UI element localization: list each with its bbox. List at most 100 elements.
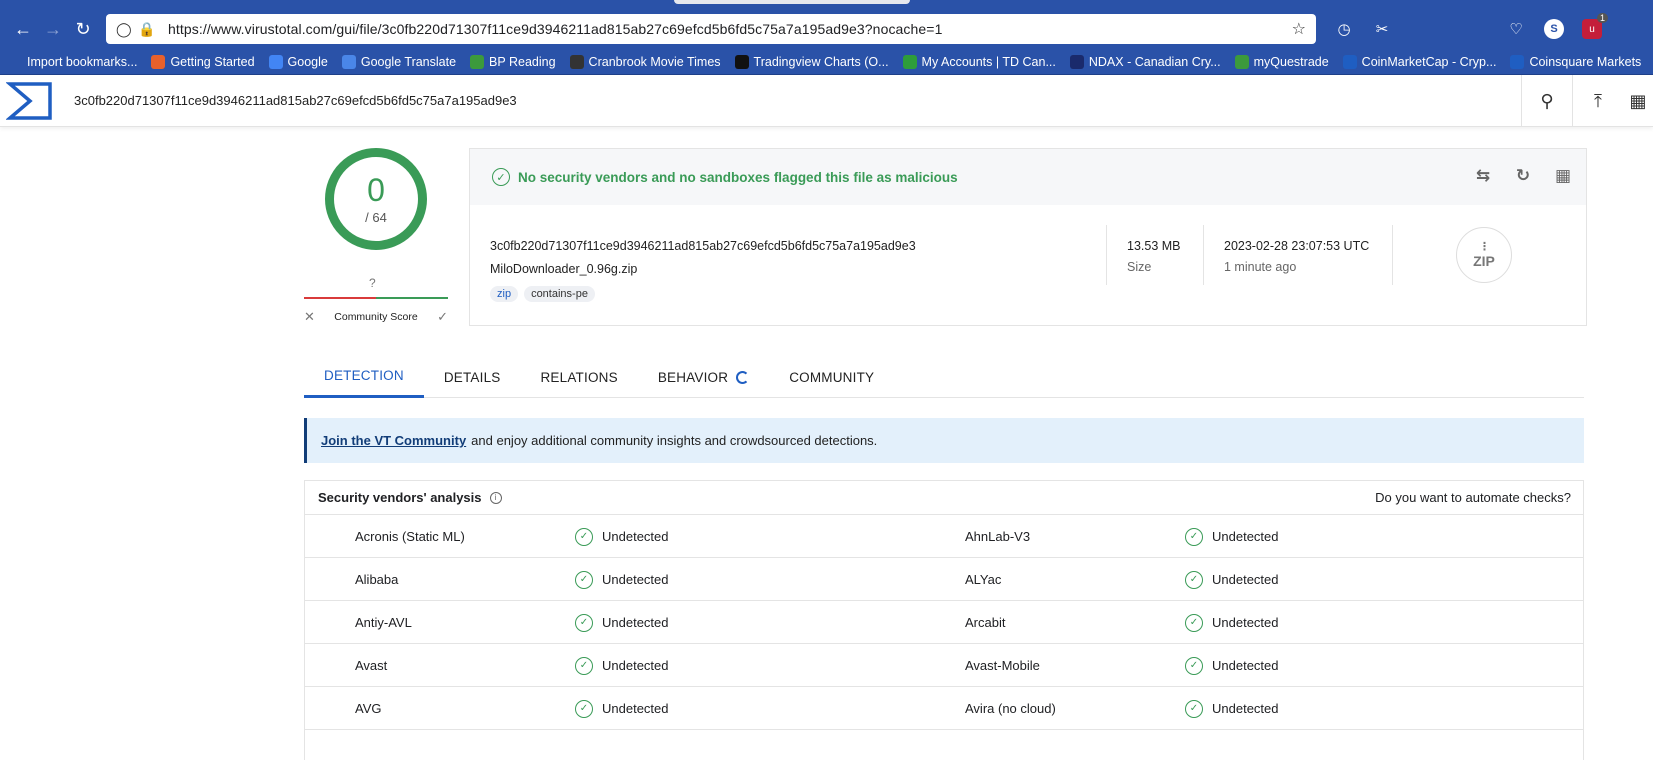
bookmark-item[interactable]: myQuestrade xyxy=(1234,55,1329,69)
vendor-name: Alibaba xyxy=(355,558,398,601)
bookmark-item[interactable]: Import bookmarks... xyxy=(8,55,137,69)
bookmark-item[interactable]: Google Translate xyxy=(341,55,456,69)
check-circle-icon: ✓ xyxy=(575,613,593,632)
bookmark-label: Google xyxy=(287,55,328,69)
tab-detection[interactable]: DETECTION xyxy=(304,356,424,398)
vendor-name-text: Avast xyxy=(355,658,388,673)
file-info: 3c0fb220d71307f11ce9d3946211ad815ab27c69… xyxy=(490,239,916,302)
lock-icon[interactable]: 🔒 xyxy=(138,21,160,38)
search-icon[interactable]: ⚲ xyxy=(1522,75,1572,127)
bookmark-item[interactable]: Getting Started xyxy=(151,55,255,69)
vendor-name-text: AVG xyxy=(355,701,382,716)
check-circle-icon: ✓ xyxy=(1185,570,1203,589)
history-icon[interactable]: ◷ xyxy=(1330,15,1358,43)
bookmark-item[interactable]: BP Reading xyxy=(470,55,556,69)
back-icon[interactable]: ← xyxy=(8,14,38,44)
bookmark-label: Import bookmarks... xyxy=(27,55,138,69)
apps-grid-icon[interactable]: ▦ xyxy=(1623,75,1653,127)
tag-zip[interactable]: zip xyxy=(490,286,519,302)
tab-behavior-label: BEHAVIOR xyxy=(657,369,729,385)
bookmark-label: Tradingview Charts (O... xyxy=(753,55,889,69)
bookmark-item[interactable]: Google xyxy=(268,55,328,69)
profile-button[interactable]: S xyxy=(1540,15,1568,43)
check-circle-icon: ✓ xyxy=(1185,613,1203,632)
file-hash: 3c0fb220d71307f11ce9d3946211ad815ab27c69… xyxy=(490,239,916,253)
extension-button[interactable]: u1 xyxy=(1578,13,1608,43)
community-score-value: ? xyxy=(369,276,376,290)
bookmark-label: myQuestrade xyxy=(1253,55,1329,69)
table-row: Avast ✓ Undetected Avast-Mobile ✓ Undetected xyxy=(305,644,1583,687)
check-circle-icon: ✓ xyxy=(1185,699,1203,718)
bookmark-favicon-icon xyxy=(569,55,584,69)
pocket-icon[interactable]: ♡ xyxy=(1502,15,1530,43)
bookmark-label: Getting Started xyxy=(170,55,255,69)
tab-behavior[interactable]: BEHAVIOR xyxy=(638,356,769,398)
vote-harmless-icon[interactable]: ✓ xyxy=(437,309,448,325)
vendor-result: ✓ Undetected xyxy=(575,558,669,601)
join-community-link[interactable]: Join the VT Community xyxy=(321,433,466,448)
file-size: 13.53 MB Size xyxy=(1127,239,1181,274)
bookmark-favicon-icon xyxy=(470,55,485,69)
vendor-name-text: Avira (no cloud) xyxy=(965,701,1056,716)
detection-score-ring: 0 / 64 xyxy=(325,148,427,250)
bookmark-item[interactable]: My Accounts | TD Can... xyxy=(902,55,1056,69)
check-circle-icon: ✓ xyxy=(575,527,593,546)
extension-badge-count: 1 xyxy=(1596,13,1608,23)
browser-toolbar: ← → ↻ ◯ 🔒 https://www.virustotal.com/gui… xyxy=(0,8,1653,50)
avatar[interactable]: S xyxy=(1544,19,1564,39)
ublock-icon[interactable]: u1 xyxy=(1582,13,1608,39)
forward-icon[interactable]: → xyxy=(38,14,68,44)
bookmark-item[interactable]: Coinsquare Markets xyxy=(1510,55,1641,69)
bookmark-favicon-icon xyxy=(341,55,356,69)
reanalyze-icon[interactable]: ↻ xyxy=(1510,163,1536,189)
bookmark-item[interactable]: NDAX - Canadian Cry... xyxy=(1069,55,1221,69)
detection-count: 0 xyxy=(367,171,385,208)
url-text[interactable]: https://www.virustotal.com/gui/file/3c0f… xyxy=(168,21,1292,37)
table-row: Acronis (Static ML) ✓ Undetected AhnLab-V3 ✓… xyxy=(305,515,1583,558)
bookmark-label: Cranbrook Movie Times xyxy=(588,55,721,69)
tab-community[interactable]: COMMUNITY xyxy=(769,356,894,398)
bookmark-label: Coinsquare Markets xyxy=(1529,55,1642,69)
header-search-value[interactable]: 3c0fb220d71307f11ce9d3946211ad815ab27c69… xyxy=(74,93,517,108)
tag-contains-pe[interactable]: contains-pe xyxy=(524,286,595,302)
vendor-name: Avast xyxy=(355,644,387,687)
table-row: Antiy-AVL ✓ Undetected Arcabit ✓ Undetected xyxy=(305,601,1583,644)
vendor-name-text: Alibaba xyxy=(355,572,399,587)
zip-file-type-icon: ⋮ ZIP xyxy=(1456,227,1512,283)
vendor-result: ✓ Undetected xyxy=(575,601,669,644)
info-icon[interactable]: i xyxy=(489,491,502,504)
virustotal-logo-icon[interactable] xyxy=(6,80,54,122)
vt-header: 3c0fb220d71307f11ce9d3946211ad815ab27c69… xyxy=(0,75,1653,127)
screenshot-icon[interactable]: ✂ xyxy=(1368,15,1396,43)
file-name: MiloDownloader_0.96g.zip xyxy=(490,262,638,276)
vote-malicious-icon[interactable]: ✕ xyxy=(304,309,315,325)
tab-relations[interactable]: RELATIONS xyxy=(520,356,637,398)
bookmark-favicon-icon xyxy=(1342,55,1357,69)
bookmark-item[interactable]: CoinMarketCap - Cryp... xyxy=(1342,55,1497,69)
verdict-banner: ✓ No security vendors and no sandboxes f… xyxy=(470,149,1586,205)
shield-icon[interactable]: ◯ xyxy=(116,21,138,38)
vendor-name: Avira (no cloud) xyxy=(965,687,1056,730)
bookmark-label: CoinMarketCap - Cryp... xyxy=(1361,55,1497,69)
graph-icon[interactable]: ▦ xyxy=(1550,163,1576,189)
bookmark-item[interactable]: Cranbrook Movie Times xyxy=(569,55,721,69)
check-circle-icon: ✓ xyxy=(1185,527,1203,546)
bookmark-favicon-icon xyxy=(151,55,166,69)
bookmark-star-icon[interactable]: ☆ xyxy=(1292,19,1306,39)
bookmark-item[interactable]: Tradingview Charts (O... xyxy=(734,55,889,69)
vendor-name-text: Arcabit xyxy=(965,615,1006,630)
vendor-result-text: Undetected xyxy=(602,572,669,587)
automate-checks-link[interactable]: Do you want to automate checks? xyxy=(1375,490,1571,505)
compare-icon[interactable]: ⇆ xyxy=(1470,163,1496,189)
reload-icon[interactable]: ↻ xyxy=(68,14,98,44)
active-tab[interactable] xyxy=(674,0,910,4)
address-bar[interactable]: ◯ 🔒 https://www.virustotal.com/gui/file/… xyxy=(106,14,1316,44)
check-circle-icon: ✓ xyxy=(575,699,593,718)
detection-total: / 64 xyxy=(365,209,387,225)
upload-icon[interactable]: ⤒ xyxy=(1573,75,1623,127)
vendor-name-text: Antiy-AVL xyxy=(355,615,412,630)
bookmarks-bar: Import bookmarks... Getting Started Google… xyxy=(0,50,1653,75)
tab-details[interactable]: DETAILS xyxy=(424,356,521,398)
bookmark-label: My Accounts | TD Can... xyxy=(921,55,1056,69)
verdict-text: No security vendors and no sandboxes fla… xyxy=(518,169,958,185)
